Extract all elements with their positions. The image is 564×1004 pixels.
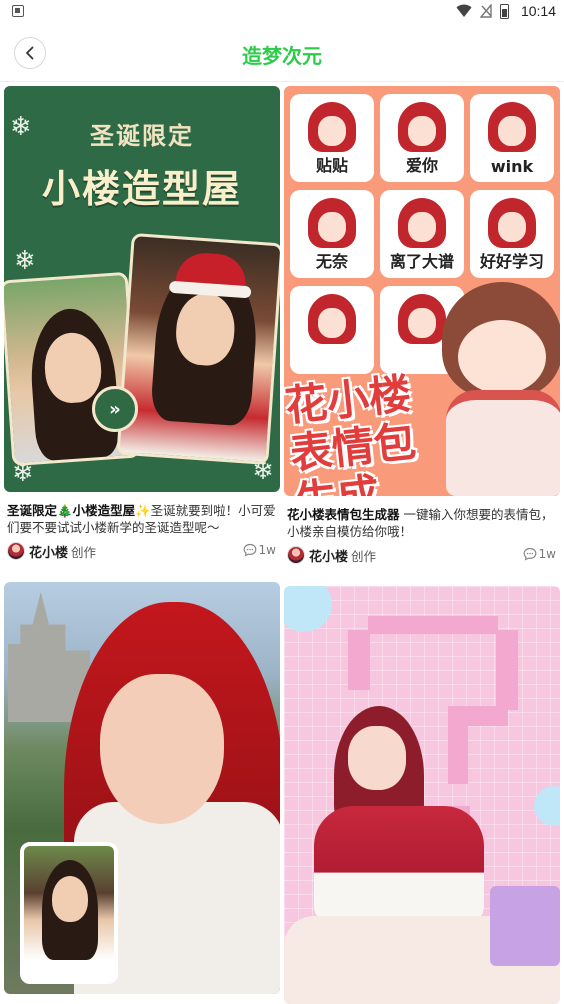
sticker-tile: 无奈 <box>290 190 374 278</box>
card-thumbnail[interactable] <box>4 582 280 994</box>
card-thumbnail[interactable]: 贴贴 爱你 wink 无奈 离了大谱 好好学习 花小楼 表情包 <box>284 86 560 496</box>
status-icons: 10:14 <box>456 3 556 19</box>
status-bar: 10:14 <box>0 0 564 24</box>
comment-count-value: 1w <box>538 547 556 561</box>
thumbnail-title: 花小楼 表情包 生成 <box>284 368 419 496</box>
battery-icon <box>499 3 509 19</box>
author-avatar[interactable] <box>7 542 25 560</box>
gift-box <box>490 886 560 966</box>
sticker-caption: 好好学习 <box>479 252 544 271</box>
created-label: 创作 <box>351 548 377 564</box>
source-photo-inset <box>20 842 118 984</box>
snowflake-icon: ❄ <box>14 246 36 276</box>
author-name[interactable]: 花小楼 <box>309 546 348 565</box>
card-meta: 花小楼 创作 1w <box>284 544 560 566</box>
template-card-portrait[interactable] <box>4 582 280 994</box>
sticker-tile: 好好学习 <box>470 190 554 278</box>
sticker-tile: 爱你 <box>380 94 464 182</box>
sticker-tile <box>290 286 374 374</box>
after-photo <box>116 232 280 466</box>
card-title: 花小楼表情包生成器 <box>287 507 400 522</box>
status-time: 10:14 <box>520 3 556 19</box>
portrait-face <box>100 674 224 824</box>
sticker-tile: wink <box>470 94 554 182</box>
transform-arrow-icon: » <box>92 386 138 432</box>
template-card-christmas[interactable]: ❄ ❄ ❄ ❄ 圣诞限定 小楼造型屋 » 圣诞限定🎄小楼造型屋✨圣诞就要到啦！小… <box>4 86 280 562</box>
card-title: 圣诞限定🎄小楼造型屋✨ <box>7 503 151 518</box>
template-card-mystery[interactable] <box>284 586 560 1004</box>
sticker-caption: 爱你 <box>405 156 438 175</box>
card-description: 花小楼表情包生成器 一键输入你想要的表情包，小楼亲自模仿给你哦！ <box>284 506 560 540</box>
thumbnail-subtitle: 圣诞限定 <box>90 122 194 150</box>
top-app-bar: 造梦次元 <box>0 24 564 82</box>
chibi-character <box>436 282 560 496</box>
app-screen: 10:14 造梦次元 ❄ ❄ ❄ ❄ 圣诞限定 小楼造型屋 » 圣诞限定🎄小楼造… <box>0 0 564 1004</box>
comment-icon <box>523 547 536 561</box>
author-name[interactable]: 花小楼 <box>29 542 68 561</box>
no-signal-icon <box>479 4 492 18</box>
created-label: 创作 <box>71 544 97 560</box>
wifi-icon <box>456 4 472 17</box>
sticker-caption: wink <box>490 157 534 176</box>
app-notification-icon <box>12 5 24 17</box>
card-thumbnail[interactable] <box>284 586 560 1004</box>
card-thumbnail[interactable]: ❄ ❄ ❄ ❄ 圣诞限定 小楼造型屋 » <box>4 86 280 492</box>
page-title: 造梦次元 <box>242 44 322 68</box>
card-meta: 花小楼 创作 1w <box>4 540 280 562</box>
sticker-caption: 无奈 <box>315 252 348 271</box>
sticker-tile: 离了大谱 <box>380 190 464 278</box>
comment-count[interactable]: 1w <box>243 543 276 557</box>
author-avatar[interactable] <box>287 546 305 564</box>
sticker-tile: 贴贴 <box>290 94 374 182</box>
card-description: 圣诞限定🎄小楼造型屋✨圣诞就要到啦！小可爱们要不要试试小楼新学的圣诞造型呢～ <box>4 502 280 536</box>
template-card-stickers[interactable]: 贴贴 爱你 wink 无奈 离了大谱 好好学习 花小楼 表情包 花小楼表情包生成… <box>284 86 560 566</box>
sticker-caption: 离了大谱 <box>389 252 454 271</box>
comment-count-value: 1w <box>258 543 276 557</box>
comment-icon <box>243 543 256 557</box>
thumbnail-title: 小楼造型屋 <box>41 167 242 211</box>
comment-count[interactable]: 1w <box>523 547 556 561</box>
sticker-caption: 贴贴 <box>315 156 348 175</box>
